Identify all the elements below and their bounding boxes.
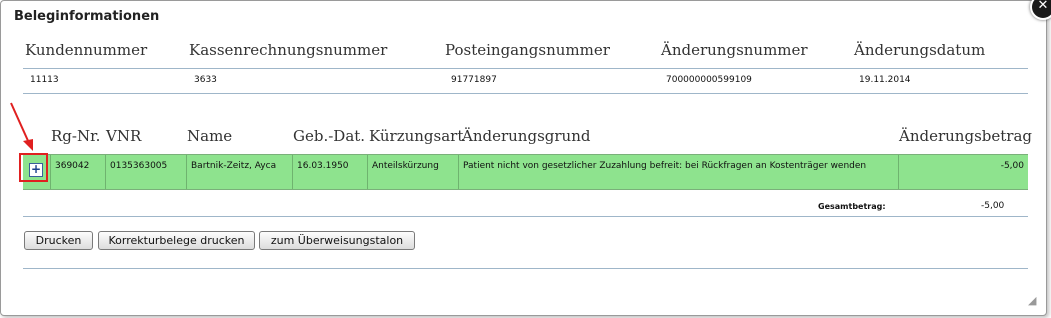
beleginformationen-dialog: Beleginformationen Kundennummer Kassenre… [0, 0, 1047, 316]
bottom-divider [23, 268, 1028, 269]
print-button[interactable]: Drucken [24, 231, 93, 250]
value-posteingangsnummer: 91771897 [451, 75, 497, 85]
header-aenderungsnummer: Änderungsnummer [661, 41, 808, 59]
annotation-arrow-icon [10, 102, 33, 151]
header-kassenrechnungsnummer: Kassenrechnungsnummer [189, 41, 388, 59]
value-kundennummer: 11113 [30, 75, 59, 85]
info-divider-bottom [23, 93, 1028, 94]
col-header-kuerzungsart: Kürzungsart [369, 127, 464, 145]
table-row[interactable]: + 369042 0135363005 Bartnik-Zeitz, Ayca … [23, 154, 1028, 190]
col-header-vnr: VNR [106, 127, 142, 145]
cell-name: Bartnik-Zeitz, Ayca [187, 155, 293, 189]
cell-rg-nr: 369042 [51, 155, 106, 189]
col-header-aenderungsbetrag: Änderungsbetrag [899, 127, 1032, 145]
cell-aenderungsbetrag: -5,00 [1000, 161, 1024, 171]
cell-aenderungsgrund: Patient nicht von gesetzlicher Zuzahlung… [459, 155, 899, 189]
col-header-rg-nr: Rg-Nr. [51, 127, 101, 145]
total-label: Gesamtbetrag: [818, 202, 886, 211]
transfer-slip-button[interactable]: zum Überweisungstalon [259, 231, 415, 250]
header-aenderungsdatum: Änderungsdatum [854, 41, 986, 59]
header-kundennummer: Kundennummer [25, 41, 148, 59]
cell-vnr: 0135363005 [106, 155, 187, 189]
print-corrections-button[interactable]: Korrekturbelege drucken [98, 231, 255, 250]
cell-kuerzungsart: Anteilskürzung [368, 155, 459, 189]
table-divider [23, 216, 1028, 217]
cell-geb-dat: 16.03.1950 [293, 155, 368, 189]
col-header-geb-dat: Geb.-Dat. [293, 127, 366, 145]
value-aenderungsnummer: 700000000599109 [666, 75, 752, 85]
value-aenderungsdatum: 19.11.2014 [859, 75, 911, 85]
col-header-name: Name [187, 127, 233, 145]
dialog-title: Beleginformationen [14, 9, 160, 24]
value-kassenrechnungsnummer: 3633 [194, 75, 217, 85]
header-posteingangsnummer: Posteingangsnummer [445, 41, 610, 59]
col-header-aenderungsgrund: Änderungsgrund [462, 127, 591, 145]
annotation-highlight-box [19, 153, 48, 182]
resize-handle-icon[interactable]: ◢ [1028, 294, 1036, 307]
total-value: -5,00 [981, 201, 1005, 211]
info-divider-top [23, 68, 1028, 69]
